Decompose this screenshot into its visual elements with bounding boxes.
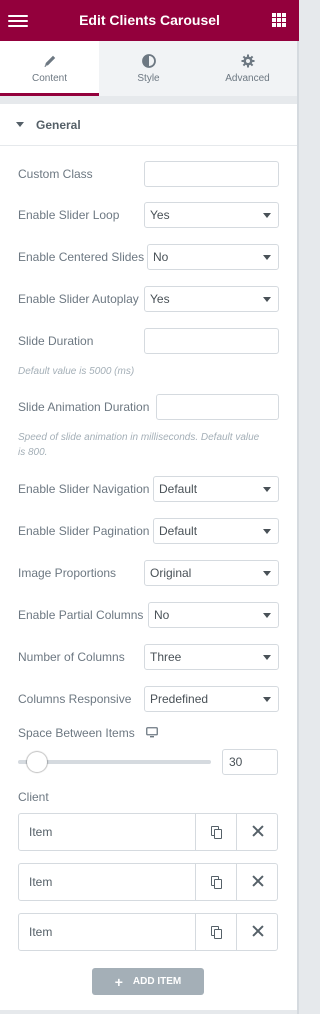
tab-style-label: Style — [137, 73, 160, 84]
tab-content-label: Content — [31, 73, 68, 84]
close-icon — [251, 924, 265, 938]
panel-tabs: Content Style Advanced — [0, 41, 297, 96]
custom-class-control: Custom Class — [18, 161, 279, 187]
autoplay-control: Enable Slider Autoplay Yes — [18, 286, 279, 312]
tab-style[interactable]: Style — [99, 41, 198, 96]
section-general-toggle[interactable]: General — [0, 104, 297, 146]
repeater-item: Item — [18, 863, 278, 901]
pagination-select[interactable]: Default — [153, 518, 279, 544]
tab-advanced[interactable]: Advanced — [198, 41, 297, 96]
repeater-item: Item — [18, 913, 278, 951]
columns-responsive-label: Columns Responsive — [18, 692, 132, 706]
navigation-control: Enable Slider Navigation Default — [18, 476, 279, 502]
space-between-input[interactable]: 30 — [222, 749, 278, 775]
close-icon — [251, 874, 265, 888]
autoplay-label: Enable Slider Autoplay — [18, 292, 139, 306]
partial-columns-label: Enable Partial Columns — [18, 608, 144, 622]
animation-duration-label: Slide Animation Duration — [18, 400, 150, 414]
columns-select[interactable]: Three — [144, 644, 279, 670]
slider-loop-label: Enable Slider Loop — [18, 208, 120, 222]
remove-button[interactable] — [236, 814, 277, 850]
desktop-icon[interactable] — [146, 727, 158, 738]
client-heading: Client — [18, 790, 279, 806]
duplicate-button[interactable] — [195, 814, 236, 850]
plus-icon: + — [114, 973, 123, 990]
section-title: General — [36, 117, 81, 132]
editor-header: Edit Clients Carousel — [0, 0, 299, 41]
slider-loop-select[interactable]: Yes — [144, 202, 279, 228]
add-item-label: ADD ITEM — [132, 976, 182, 987]
pencil-icon — [44, 55, 55, 67]
navigation-label: Enable Slider Navigation — [18, 482, 150, 496]
duplicate-icon — [211, 826, 222, 839]
animation-duration-input[interactable] — [156, 394, 279, 420]
navigation-select[interactable]: Default — [153, 476, 279, 502]
tab-divider — [0, 96, 297, 104]
pagination-label: Enable Slider Pagination — [18, 524, 150, 538]
duplicate-button[interactable] — [195, 914, 236, 950]
columns-responsive-select[interactable]: Predefined — [144, 686, 279, 712]
tab-advanced-label: Advanced — [225, 73, 270, 84]
tab-content[interactable]: Content — [0, 41, 99, 96]
animation-duration-control: Slide Animation Duration — [18, 394, 279, 420]
remove-button[interactable] — [236, 864, 277, 900]
client-label: Client — [18, 790, 49, 804]
centered-slides-control: Enable Centered Slides No — [18, 244, 279, 270]
panel-edge — [297, 41, 299, 1014]
image-proportions-control: Image Proportions Original — [18, 560, 279, 586]
duplicate-icon — [211, 926, 222, 939]
centered-slides-select[interactable]: No — [147, 244, 279, 270]
caret-down-icon — [16, 122, 24, 127]
slide-duration-control: Slide Duration — [18, 328, 279, 354]
space-between-slider-handle[interactable] — [27, 752, 47, 772]
duplicate-icon — [211, 876, 222, 889]
custom-class-label: Custom Class — [18, 167, 93, 181]
panel-title: Edit Clients Carousel — [79, 12, 220, 28]
grid-icon[interactable] — [272, 13, 286, 27]
slide-duration-label: Slide Duration — [18, 334, 94, 348]
image-proportions-label: Image Proportions — [18, 566, 117, 580]
animation-duration-hint: Speed of slide animation in milliseconds… — [18, 432, 260, 458]
gear-icon — [241, 54, 254, 68]
repeater-item-title[interactable]: Item — [29, 825, 52, 839]
autoplay-select[interactable]: Yes — [144, 286, 279, 312]
columns-label: Number of Columns — [18, 650, 125, 664]
centered-slides-label: Enable Centered Slides — [18, 250, 145, 264]
close-icon — [251, 824, 265, 838]
slider-loop-control: Enable Slider Loop Yes — [18, 202, 279, 228]
repeater-item-title[interactable]: Item — [29, 925, 52, 939]
pagination-control: Enable Slider Pagination Default — [18, 518, 279, 544]
custom-class-input[interactable] — [144, 161, 279, 187]
duplicate-button[interactable] — [195, 864, 236, 900]
columns-responsive-control: Columns Responsive Predefined — [18, 686, 279, 712]
add-item-button[interactable]: + ADD ITEM — [92, 968, 204, 995]
partial-columns-control: Enable Partial Columns No — [18, 602, 279, 628]
space-between-heading: Space Between Items — [18, 726, 279, 742]
space-between-label: Space Between Items — [18, 726, 135, 740]
slide-duration-input[interactable] — [144, 328, 279, 354]
image-proportions-select[interactable]: Original — [144, 560, 279, 586]
remove-button[interactable] — [236, 914, 277, 950]
columns-control: Number of Columns Three — [18, 644, 279, 670]
half-circle-icon — [141, 54, 156, 68]
partial-columns-select[interactable]: No — [148, 602, 279, 628]
repeater-item: Item — [18, 813, 278, 851]
repeater-item-title[interactable]: Item — [29, 875, 52, 889]
slide-duration-hint: Default value is 5000 (ms) — [18, 366, 135, 377]
